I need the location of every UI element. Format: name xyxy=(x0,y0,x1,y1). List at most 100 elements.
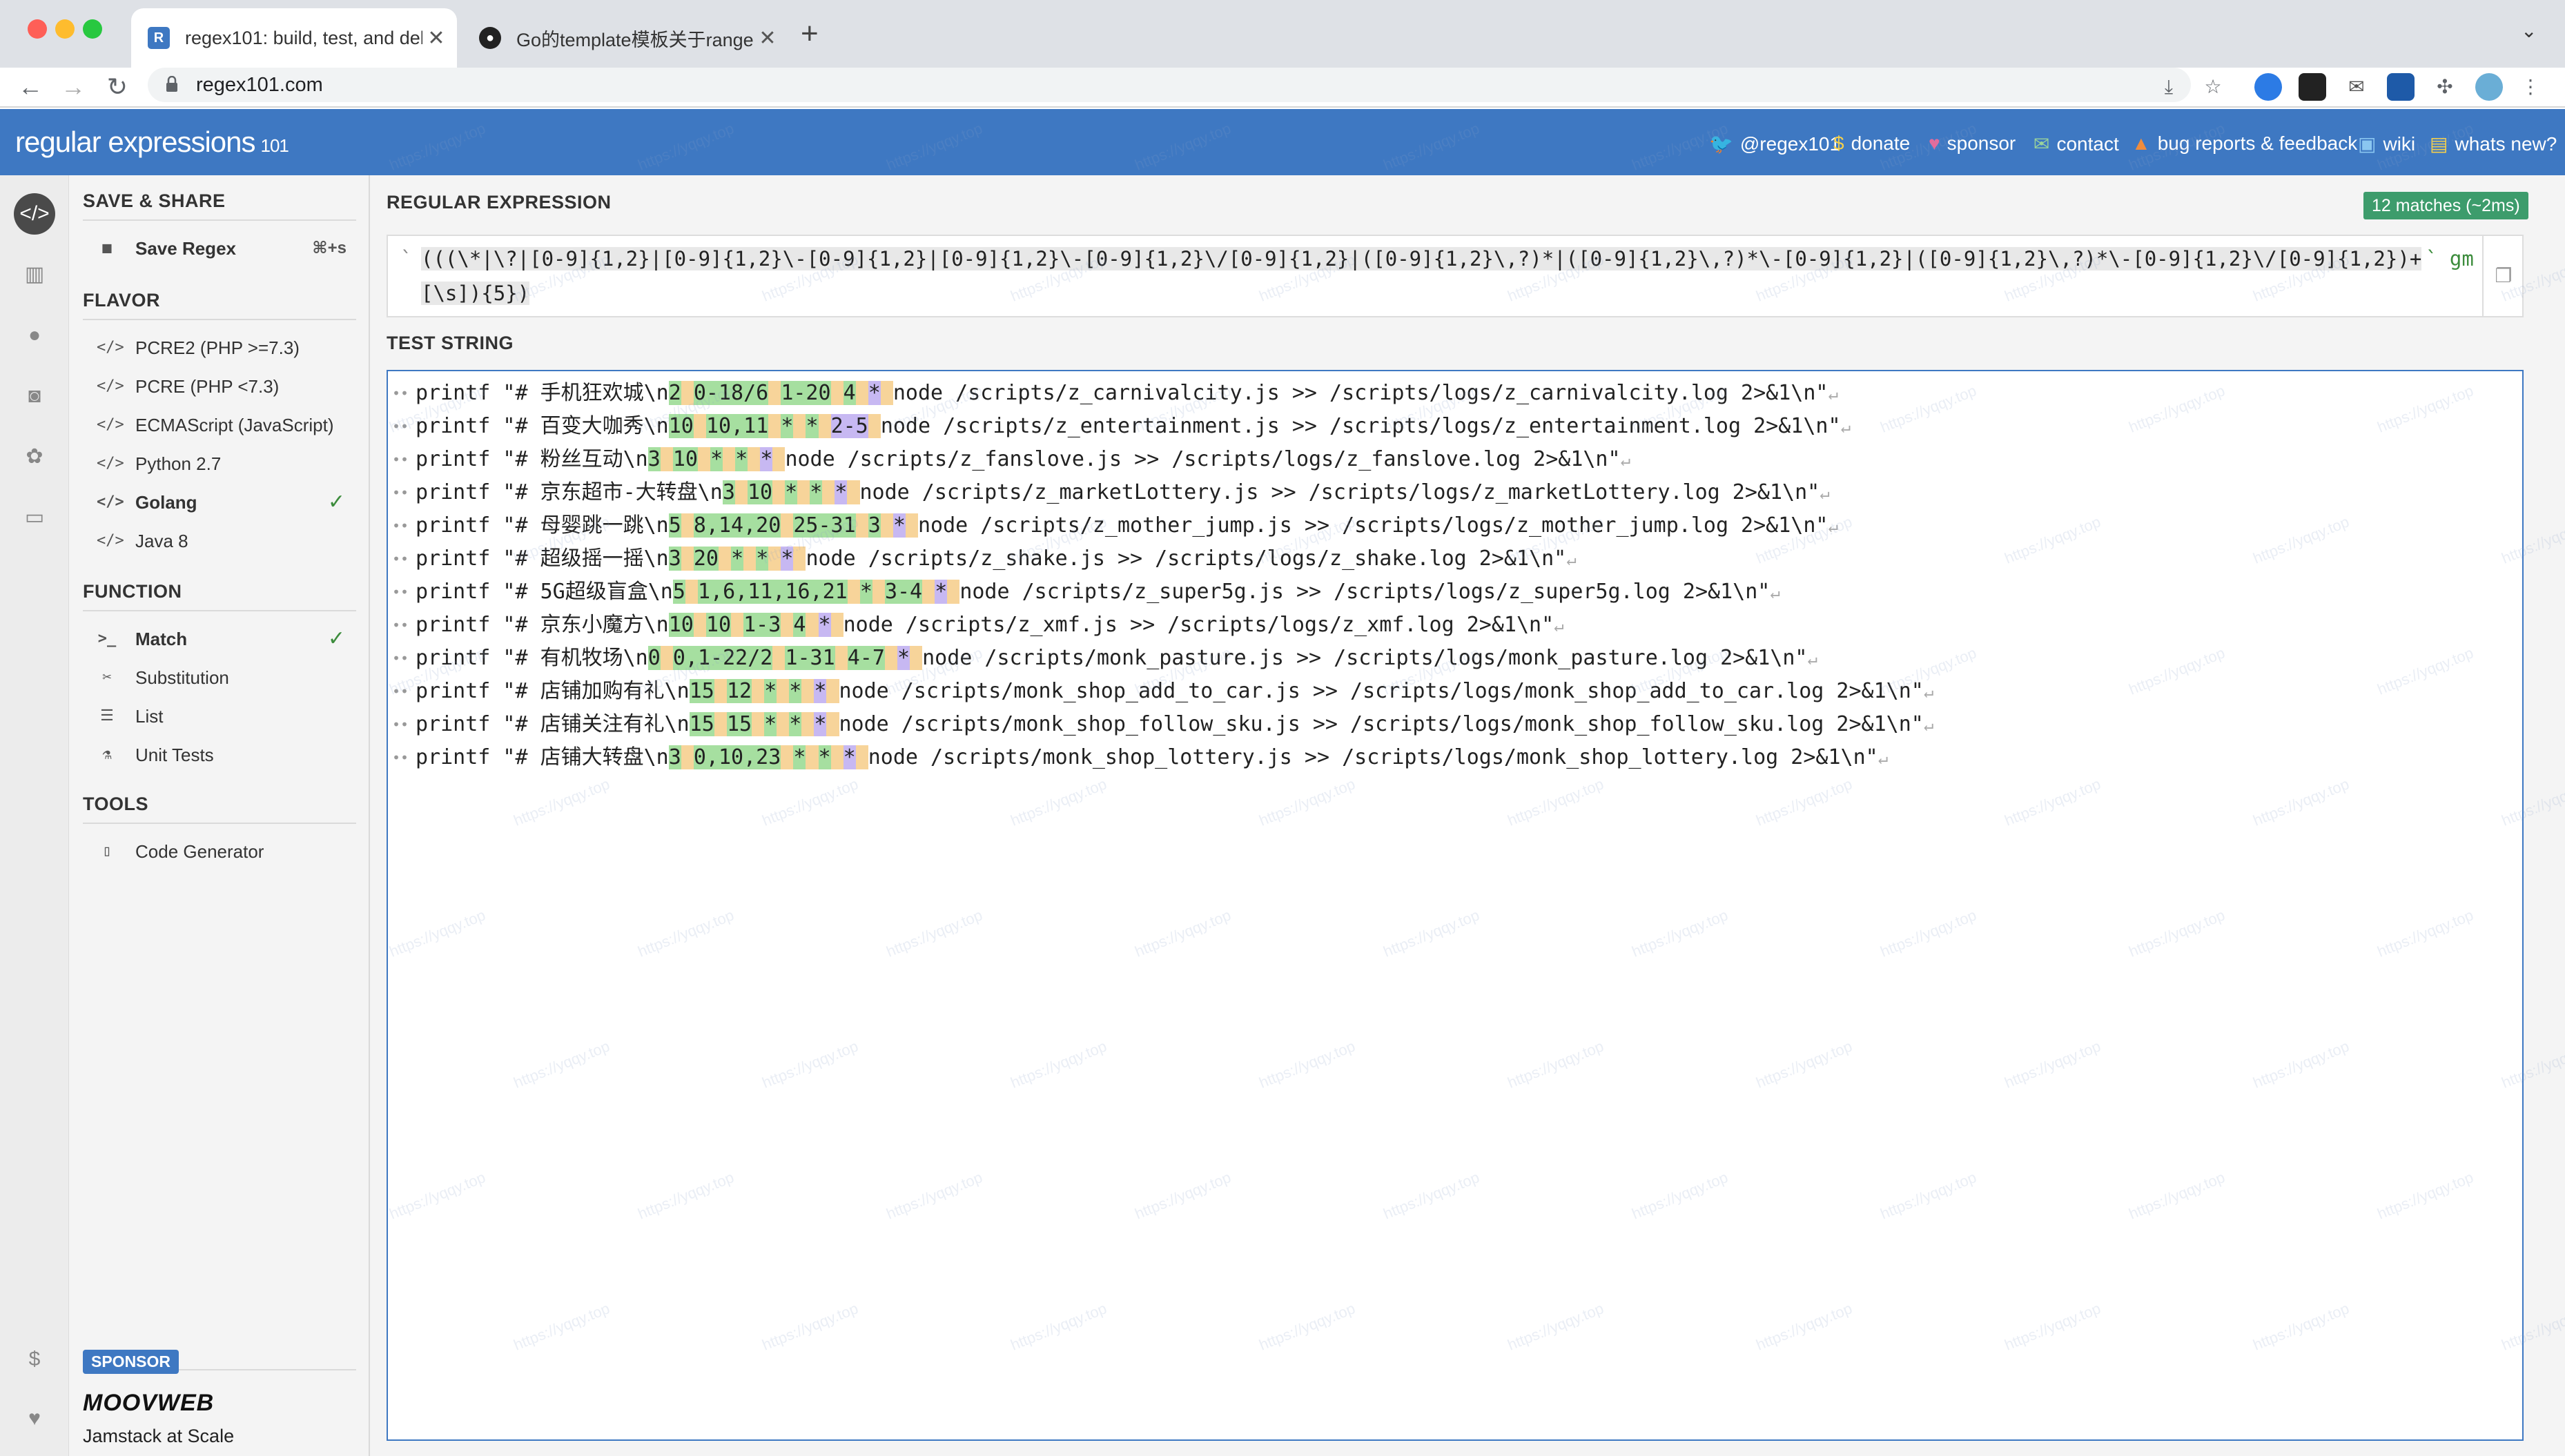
line-prefix: printf "# 京东小魔方\n xyxy=(416,613,669,637)
code-icon: </> xyxy=(97,455,124,472)
extension-blue-icon[interactable] xyxy=(2387,73,2415,101)
whitespace-marker: •• xyxy=(392,518,409,534)
regex-flags[interactable]: ` gm xyxy=(2426,242,2474,276)
test-string-line: •• printf "# 超级摇一摇\n3 20 * * * node /scri… xyxy=(388,542,2521,575)
test-string-line: •• printf "# 5G超级盲盒\n5 1,6,11,16,21 * 3-4… xyxy=(388,575,2521,609)
maximize-window-button[interactable] xyxy=(83,19,102,39)
extension-shield-icon[interactable] xyxy=(2254,73,2282,101)
back-icon[interactable]: ← xyxy=(14,70,47,104)
regex-match: 10 10 1-3 4 * xyxy=(668,613,843,637)
bug-report-link[interactable]: ▲ bug reports & feedback xyxy=(2132,132,2357,155)
install-icon[interactable]: ⤓ xyxy=(2155,73,2183,101)
line-suffix: node /scripts/z_xmf.js >> /scripts/logs/… xyxy=(843,613,1554,637)
line-suffix: node /scripts/monk_shop_lottery.js >> /s… xyxy=(868,745,1878,769)
regex-match: 3 10 * * * xyxy=(722,480,860,504)
flavor-heading: FLAVOR xyxy=(83,290,160,311)
url-field[interactable]: regex101.com xyxy=(148,68,2191,102)
code-icon: </> xyxy=(97,416,124,433)
dollar-icon: $ xyxy=(1833,132,1844,154)
line-prefix: printf "# 京东超市-大转盘\n xyxy=(416,480,723,504)
bookmark-star-icon[interactable]: ☆ xyxy=(2199,73,2227,101)
regex-editor-icon[interactable]: </> xyxy=(14,193,55,235)
sponsor-link[interactable]: ♥ sponsor xyxy=(1929,132,2016,155)
regex-delimiter: ` xyxy=(400,247,413,270)
flavor-ecmascript[interactable]: </> ECMAScript (JavaScript) xyxy=(97,407,356,443)
newline-marker: ↵ xyxy=(1820,484,1830,503)
browser-window: R regex101: build, test, and debu ✕ ● Go… xyxy=(0,0,2565,1456)
code-icon: </> xyxy=(97,493,124,511)
lock-icon xyxy=(166,76,177,92)
function-match[interactable]: >_ Match ✓ xyxy=(97,621,356,657)
menu-kebab-icon[interactable]: ⋮ xyxy=(2517,73,2544,101)
flavor-python[interactable]: </> Python 2.7 xyxy=(97,446,356,482)
extension-bot-icon[interactable] xyxy=(2299,73,2326,101)
library-icon[interactable]: ▥ xyxy=(14,254,55,295)
function-list[interactable]: ☰ List xyxy=(97,698,356,734)
newline-marker: ↵ xyxy=(1566,550,1577,569)
divider xyxy=(83,610,356,611)
close-tab-icon[interactable]: ✕ xyxy=(754,26,781,50)
new-tab-button[interactable]: + xyxy=(801,17,819,51)
settings-gear-icon[interactable]: ✿ xyxy=(14,436,55,478)
function-unit-tests[interactable]: ⚗ Unit Tests xyxy=(97,737,356,773)
flavor-pcre2[interactable]: </> PCRE2 (PHP >=7.3) xyxy=(97,330,356,366)
extensions-puzzle-icon[interactable]: ✣ xyxy=(2431,73,2459,101)
contact-link[interactable]: ✉ contact xyxy=(2034,132,2119,155)
icon-rail: </> ▥ ● ◙ ✿ ▭ $ ♥ xyxy=(0,175,69,1456)
mail-icon: ✉ xyxy=(2034,133,2050,155)
whats-new-link[interactable]: ▤ whats new? xyxy=(2430,132,2557,155)
copy-icon[interactable]: ❐ xyxy=(2482,236,2524,316)
sponsor-heart-icon[interactable]: ♥ xyxy=(14,1398,55,1439)
close-window-button[interactable] xyxy=(28,19,47,39)
tab-title: Go的template模板关于range换 xyxy=(516,29,754,50)
code-icon: </> xyxy=(97,532,124,549)
line-suffix: node /scripts/monk_pasture.js >> /script… xyxy=(922,646,1808,670)
whitespace-marker: •• xyxy=(392,484,409,501)
terminal-icon: >_ xyxy=(97,630,117,647)
reload-icon[interactable]: ↻ xyxy=(101,70,134,104)
account-icon[interactable]: ● xyxy=(14,315,55,356)
flavor-java[interactable]: </> Java 8 xyxy=(97,523,356,559)
github-icon: ● xyxy=(479,27,501,49)
newline-marker: ↵ xyxy=(1923,682,1934,702)
newline-marker: ↵ xyxy=(1923,716,1934,735)
chat-icon[interactable]: ▭ xyxy=(14,497,55,538)
donate-link[interactable]: $ donate xyxy=(1833,132,1910,155)
site-logo[interactable]: regular expressions 101 xyxy=(15,126,289,159)
test-string-editor[interactable]: •• printf "# 手机狂欢城\n2 0-18/6 1-20 4 * nod… xyxy=(387,370,2524,1441)
test-string-heading: TEST STRING xyxy=(387,333,514,353)
newline-marker: ↵ xyxy=(1828,384,1838,404)
line-suffix: node /scripts/z_mother_jump.js >> /scrip… xyxy=(918,513,1828,538)
regex-match: 5 1,6,11,16,21 * 3-4 * xyxy=(672,580,960,604)
quiz-icon[interactable]: ◙ xyxy=(14,375,55,417)
sponsor-logo[interactable]: MOOVWEB xyxy=(83,1390,214,1417)
forward-icon[interactable]: → xyxy=(57,70,90,104)
regex-input[interactable]: ` (((\*|\?|[0-9]{1,2}|[0-9]{1,2}\-[0-9]{… xyxy=(387,235,2524,317)
donate-dollar-icon[interactable]: $ xyxy=(14,1339,55,1380)
wiki-link[interactable]: ▣ wiki xyxy=(2358,132,2415,155)
twitter-link[interactable]: 🐦 @regex101 xyxy=(1709,132,1840,155)
close-tab-icon[interactable]: ✕ xyxy=(422,26,450,50)
regex-match: 3 0,10,23 * * * xyxy=(668,745,868,769)
save-regex-button[interactable]: ■ Save Regex ⌘+s xyxy=(97,230,356,266)
tab-search-icon[interactable]: ⌄ xyxy=(2521,19,2537,42)
line-prefix: printf "# 有机牧场\n xyxy=(416,646,648,670)
function-substitution[interactable]: ✂ Substitution xyxy=(97,660,356,696)
test-string-line: •• printf "# 店铺关注有礼\n15 15 * * * node /sc… xyxy=(388,708,2521,741)
regex-match: 15 12 * * * xyxy=(689,679,839,703)
whitespace-marker: •• xyxy=(392,385,409,402)
tab-regex101[interactable]: R regex101: build, test, and debu ✕ xyxy=(131,8,457,68)
minimize-window-button[interactable] xyxy=(55,19,75,39)
code-generator-button[interactable]: ▯ Code Generator xyxy=(97,834,356,869)
flavor-pcre[interactable]: </> PCRE (PHP <7.3) xyxy=(97,368,356,404)
profile-avatar[interactable] xyxy=(2475,73,2503,101)
whitespace-marker: •• xyxy=(392,683,409,700)
tab-go-template[interactable]: ● Go的template模板关于range换 ✕ xyxy=(462,8,788,68)
code-icon: </> xyxy=(97,377,124,395)
main-panel: REGULAR EXPRESSION 12 matches (~2ms) ` (… xyxy=(370,175,2565,1456)
line-suffix: node /scripts/z_shake.js >> /scripts/log… xyxy=(806,547,1567,571)
test-string-line: •• printf "# 店铺加购有礼\n15 12 * * * node /sc… xyxy=(388,675,2521,708)
regex-match: 10 10,11 * * 2-5 xyxy=(668,414,881,438)
flavor-golang[interactable]: </> Golang ✓ xyxy=(97,484,356,520)
mail-extension-icon[interactable]: ✉ xyxy=(2343,73,2370,101)
